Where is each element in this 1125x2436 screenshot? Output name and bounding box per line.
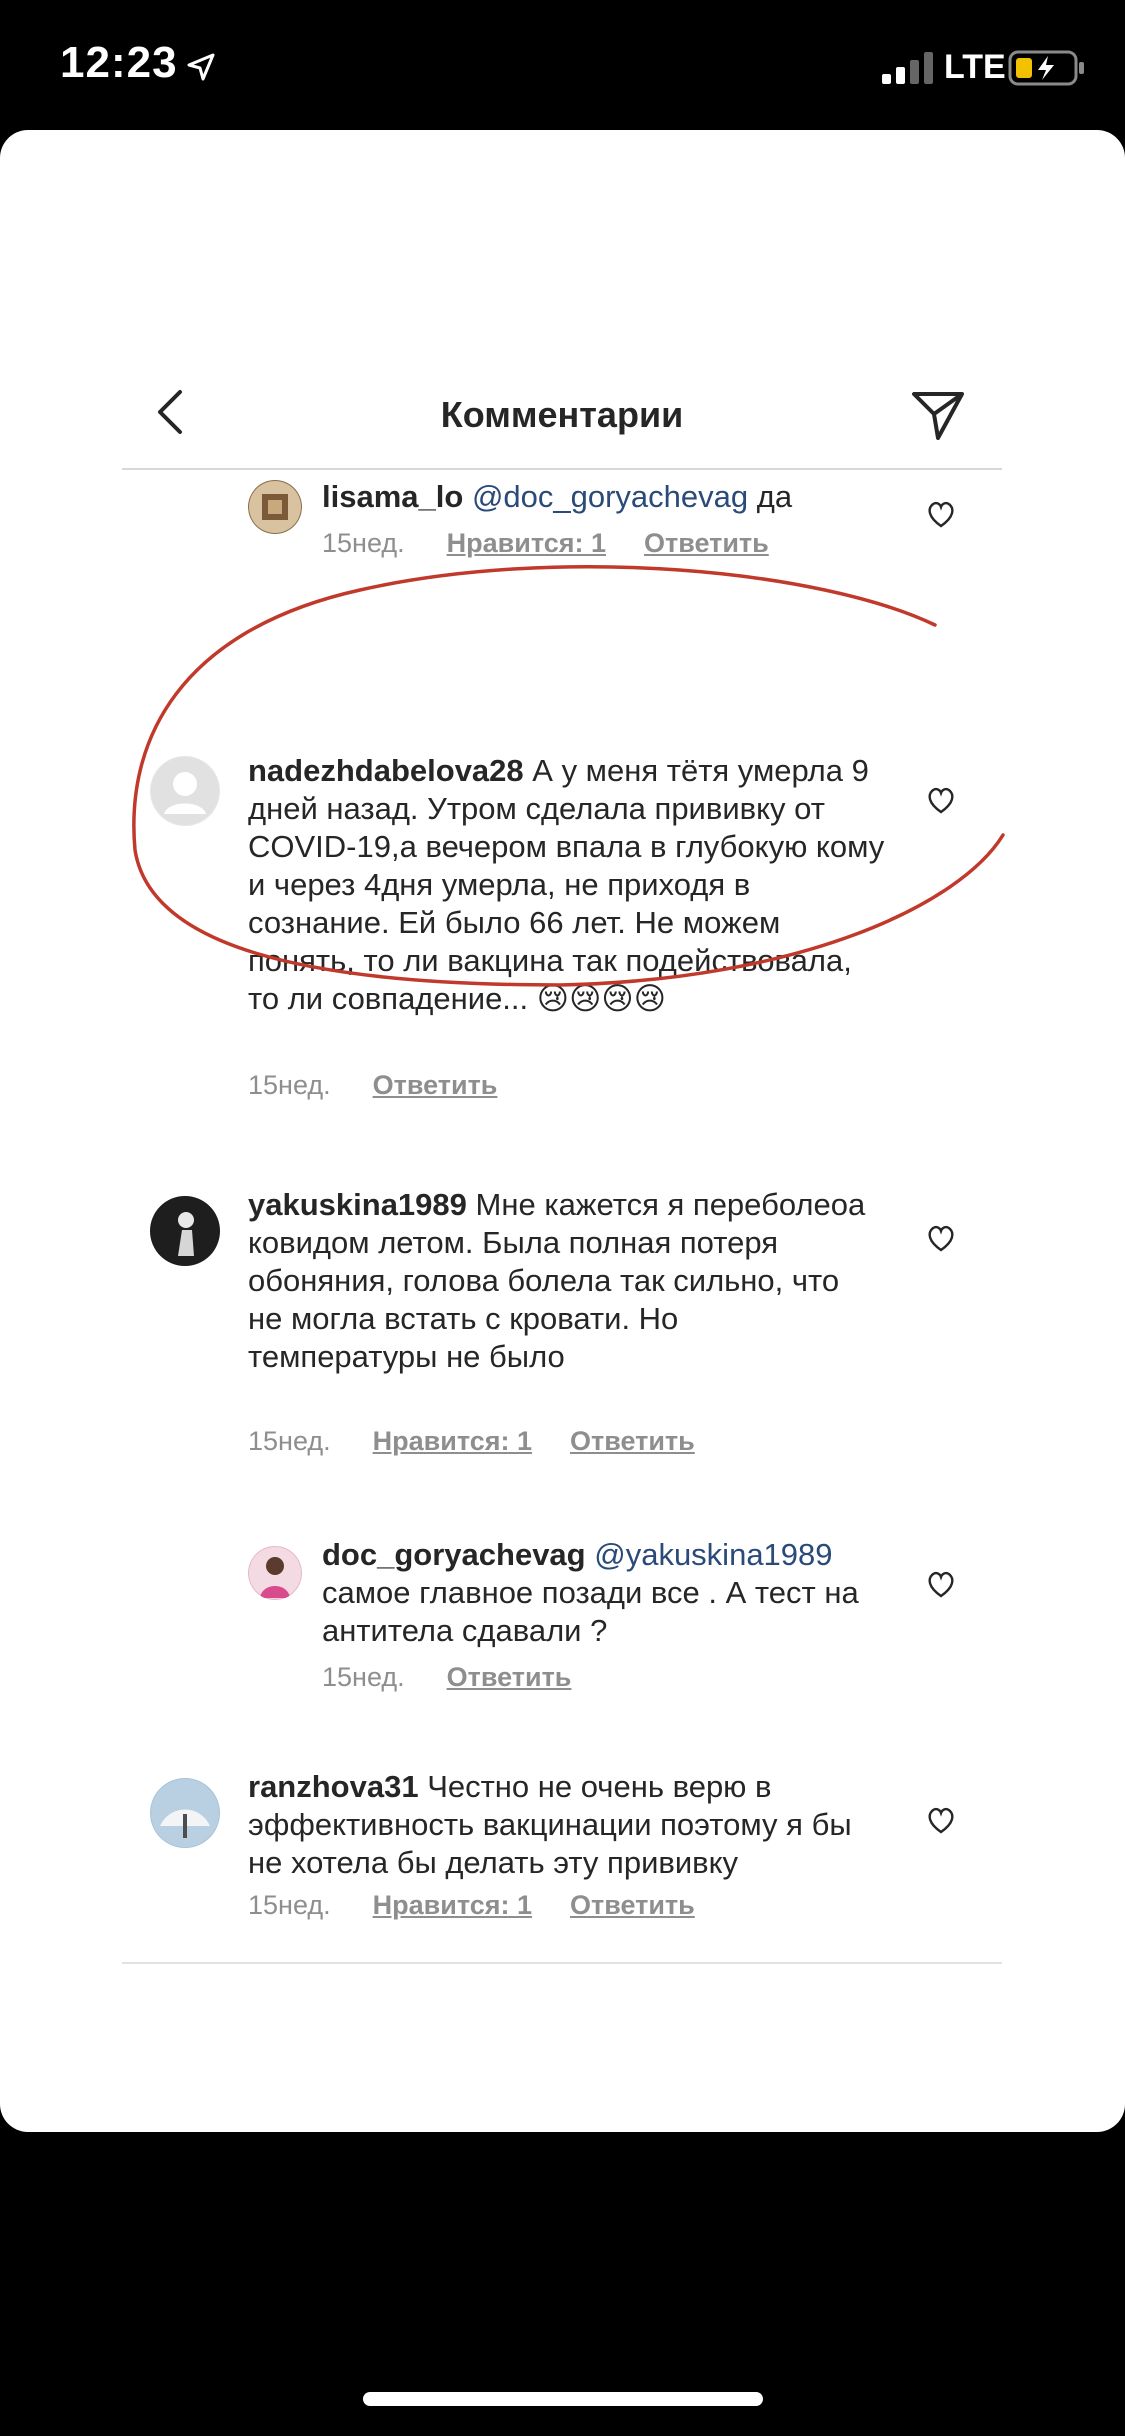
reply-link[interactable]: Ответить xyxy=(570,1426,695,1457)
avatar[interactable] xyxy=(150,1196,220,1266)
like-heart-icon[interactable] xyxy=(926,500,956,528)
comment-likes-link[interactable]: Нравится: 1 xyxy=(373,1426,532,1457)
comment-item: ranzhova31 Честно не очень верю в эффект… xyxy=(66,1769,1046,1942)
home-indicator[interactable] xyxy=(363,2392,763,2406)
avatar[interactable] xyxy=(248,480,302,534)
photo-viewer: Комментарии lisama_lo @doc_goryachevag д… xyxy=(0,130,1125,2132)
like-heart-icon[interactable] xyxy=(926,1570,956,1598)
send-direct-icon[interactable] xyxy=(910,388,966,444)
comment-username[interactable]: lisama_lo xyxy=(322,479,463,514)
comment-meta: 15нед. Нравится: 1 Ответить xyxy=(248,1890,695,1921)
comment-username[interactable]: nadezhdabelova28 xyxy=(248,753,524,788)
comment-text: nadezhdabelova28 А у меня тётя умерла 9 … xyxy=(248,752,888,1018)
comment-body: самое главное позади все . А тест на ант… xyxy=(322,1575,859,1648)
reply-link[interactable]: Ответить xyxy=(373,1070,498,1101)
battery-charging-icon xyxy=(1008,50,1084,86)
comment-mention[interactable]: @doc_goryachevag xyxy=(472,479,748,514)
comment-body: да xyxy=(756,479,793,514)
divider xyxy=(122,1962,1002,1964)
like-heart-icon[interactable] xyxy=(926,1806,956,1834)
comment-meta: 15нед. Ответить xyxy=(248,1070,497,1101)
signal-strength-icon xyxy=(882,52,933,84)
comment-item: lisama_lo @doc_goryachevag да 15нед. Нрав… xyxy=(66,470,1046,570)
comment-time: 15нед. xyxy=(248,1426,331,1456)
comment-text: yakuskina1989 Мне кажется я переболеоа к… xyxy=(248,1186,868,1376)
comment-username[interactable]: ranzhova31 xyxy=(248,1769,419,1804)
comment-text: lisama_lo @doc_goryachevag да xyxy=(322,478,882,516)
instagram-comments-screenshot: Комментарии lisama_lo @doc_goryachevag д… xyxy=(66,350,1046,1990)
comment-time: 15нед. xyxy=(248,1890,331,1920)
comment-username[interactable]: yakuskina1989 xyxy=(248,1187,467,1222)
comment-time: 15нед. xyxy=(322,528,405,558)
comment-time: 15нед. xyxy=(322,1662,405,1692)
reply-link[interactable]: Ответить xyxy=(644,528,769,559)
like-heart-icon[interactable] xyxy=(926,1224,956,1252)
comment-item: nadezhdabelova28 А у меня тётя умерла 9 … xyxy=(66,753,1046,1120)
location-arrow-icon xyxy=(187,53,215,81)
network-type: LTE xyxy=(944,48,1006,86)
avatar[interactable] xyxy=(150,756,220,826)
comment-mention[interactable]: @yakuskina1989 xyxy=(594,1537,832,1572)
like-heart-icon[interactable] xyxy=(926,786,956,814)
comment-username[interactable]: doc_goryachevag xyxy=(322,1537,586,1572)
status-time: 12:23 xyxy=(60,38,178,87)
page-title: Комментарии xyxy=(440,394,684,435)
comment-reply-item: doc_goryachevag @yakuskina1989 самое гла… xyxy=(66,1536,1046,1718)
comments-header: Комментарии xyxy=(122,350,1002,470)
comment-time: 15нед. xyxy=(248,1070,331,1100)
comment-text: ranzhova31 Честно не очень верю в эффект… xyxy=(248,1768,868,1882)
reply-link[interactable]: Ответить xyxy=(570,1890,695,1921)
comment-item: yakuskina1989 Мне кажется я переболеоа к… xyxy=(66,1187,1046,1490)
comment-body: А у меня тётя умерла 9 дней назад. Утром… xyxy=(248,753,885,1016)
avatar[interactable] xyxy=(248,1546,302,1600)
comment-likes-link[interactable]: Нравится: 1 xyxy=(373,1890,532,1921)
comment-meta: 15нед. Нравится: 1 Ответить xyxy=(322,528,769,559)
comment-meta: 15нед. Ответить xyxy=(322,1662,571,1693)
comment-meta: 15нед. Нравится: 1 Ответить xyxy=(248,1426,695,1457)
status-bar: 12:23 LTE xyxy=(0,0,1125,130)
comment-text: doc_goryachevag @yakuskina1989 самое гла… xyxy=(322,1536,882,1650)
avatar[interactable] xyxy=(150,1778,220,1848)
reply-link[interactable]: Ответить xyxy=(447,1662,572,1693)
comment-likes-link[interactable]: Нравится: 1 xyxy=(447,528,606,559)
